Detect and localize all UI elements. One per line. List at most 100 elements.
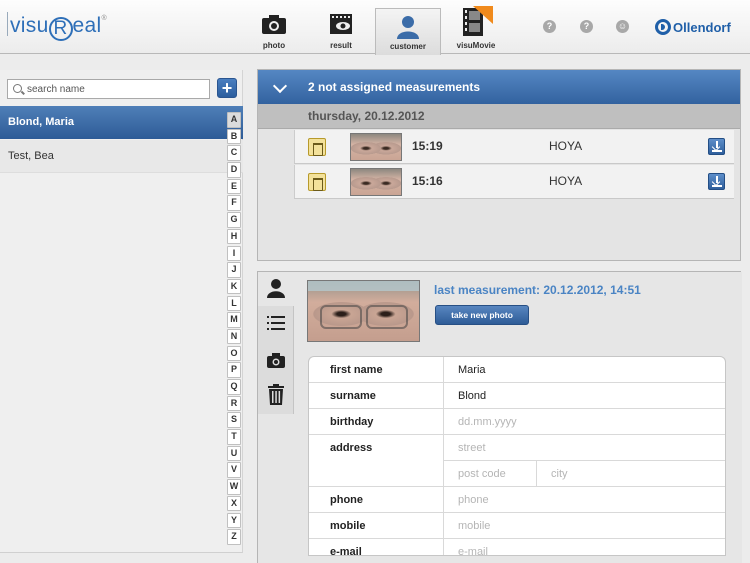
- help-icon[interactable]: ?: [543, 20, 556, 33]
- info-icon[interactable]: ?: [580, 20, 593, 33]
- measurement-brand: HOYA: [549, 139, 583, 153]
- customer-photo[interactable]: [307, 280, 420, 342]
- alphabet-letter-v[interactable]: V: [227, 462, 241, 478]
- alphabet-letter-r[interactable]: R: [227, 395, 241, 412]
- ollendorf-mark-icon: [655, 19, 671, 35]
- alphabet-letter-s[interactable]: S: [227, 412, 241, 428]
- user-icon: [397, 16, 419, 39]
- alphabet-letter-n[interactable]: N: [227, 328, 241, 345]
- alphabet-letter-o[interactable]: O: [227, 345, 241, 362]
- alphabet-letter-c[interactable]: C: [227, 145, 241, 161]
- mobile-input[interactable]: [458, 520, 718, 532]
- search-box[interactable]: [7, 79, 210, 99]
- alphabet-letter-j[interactable]: J: [227, 262, 241, 278]
- smiley-icon[interactable]: ☺: [616, 20, 629, 33]
- side-tab-list[interactable]: [258, 307, 294, 341]
- alphabet-letter-h[interactable]: H: [227, 228, 241, 245]
- alphabet-letter-p[interactable]: P: [227, 362, 241, 378]
- customer-row-test-bea[interactable]: Test, Bea: [0, 140, 243, 173]
- tab-visumovie[interactable]: visuMovie: [443, 6, 509, 54]
- measurement-time: 15:19: [412, 139, 443, 153]
- form-row-phone: phone: [309, 487, 725, 513]
- form-row-first-name: first name: [309, 357, 725, 383]
- download-icon[interactable]: [708, 173, 725, 190]
- list-icon: [267, 316, 285, 330]
- tab-result[interactable]: result: [308, 8, 374, 54]
- alphabet-letter-a[interactable]: A: [227, 112, 241, 128]
- tab-photo[interactable]: photo: [241, 8, 307, 54]
- alphabet-letter-f[interactable]: F: [227, 195, 241, 211]
- phone-label: phone: [330, 494, 363, 506]
- customer-name: Test, Bea: [8, 150, 54, 162]
- measurements-panel: 2 not assigned measurements thursday, 20…: [257, 69, 741, 261]
- first-name-input[interactable]: [458, 364, 718, 376]
- customer-name: Blond, Maria: [8, 116, 75, 128]
- alphabet-letter-g[interactable]: G: [227, 212, 241, 228]
- trash-icon: [268, 384, 284, 405]
- alphabet-letter-q[interactable]: Q: [227, 379, 241, 395]
- alphabet-letter-e[interactable]: E: [227, 178, 241, 195]
- city-input[interactable]: [551, 468, 721, 480]
- photo-toolbar-strip: [308, 281, 419, 291]
- address-label: address: [330, 442, 373, 454]
- customer-detail-panel: last measurement: 20.12.2012, 14:51 take…: [257, 271, 742, 563]
- form-row-email: e-mail: [309, 539, 725, 555]
- measurement-row[interactable]: 15:19 HOYA: [294, 130, 734, 164]
- alphabet-letter-z[interactable]: Z: [227, 529, 241, 545]
- phone-input[interactable]: [458, 494, 718, 506]
- alphabet-letter-w[interactable]: W: [227, 479, 241, 495]
- add-customer-button[interactable]: +: [217, 78, 237, 98]
- search-input[interactable]: [27, 82, 207, 96]
- tab-visumovie-label: visuMovie: [456, 41, 496, 50]
- alphabet-index: ABCDEFGHIJKLMNOPQRSTUVWXYZ: [227, 112, 241, 546]
- download-icon[interactable]: [708, 138, 725, 155]
- surname-input[interactable]: [458, 390, 718, 402]
- alphabet-letter-u[interactable]: U: [227, 445, 241, 462]
- tab-customer-label: customer: [389, 42, 426, 51]
- trash-icon[interactable]: [308, 138, 326, 156]
- glasses-lens-left: [320, 305, 362, 329]
- top-bar: visu Real® photo result customer visuMovi…: [0, 0, 750, 55]
- glasses-lens-right: [366, 305, 408, 329]
- measurement-thumbnail: [350, 168, 402, 196]
- measurements-title: 2 not assigned measurements: [308, 80, 481, 94]
- alphabet-letter-m[interactable]: M: [227, 312, 241, 328]
- alphabet-letter-x[interactable]: X: [227, 495, 241, 512]
- tab-photo-label: photo: [262, 41, 286, 50]
- take-new-photo-button[interactable]: take new photo: [435, 305, 529, 325]
- alphabet-letter-k[interactable]: K: [227, 278, 241, 295]
- film-strip-icon: [463, 6, 493, 36]
- surname-label: surname: [330, 390, 376, 402]
- alphabet-letter-i[interactable]: I: [227, 245, 241, 261]
- search-icon: [13, 84, 22, 93]
- birthday-input[interactable]: [458, 416, 718, 428]
- postcode-input[interactable]: [458, 468, 533, 480]
- tab-result-label: result: [330, 41, 352, 50]
- email-input[interactable]: [458, 546, 718, 555]
- mobile-label: mobile: [330, 520, 366, 532]
- alphabet-letter-d[interactable]: D: [227, 162, 241, 178]
- side-tab-profile[interactable]: [258, 272, 295, 306]
- measurement-brand: HOYA: [549, 174, 583, 188]
- street-input[interactable]: [458, 442, 718, 454]
- measurement-row[interactable]: 15:16 HOYA: [294, 165, 734, 199]
- alphabet-letter-y[interactable]: Y: [227, 512, 241, 528]
- alphabet-letter-b[interactable]: B: [227, 128, 241, 145]
- trash-icon[interactable]: [308, 173, 326, 191]
- alphabet-letter-t[interactable]: T: [227, 429, 241, 445]
- alphabet-letter-l[interactable]: L: [227, 295, 241, 312]
- side-tab-camera[interactable]: [258, 344, 294, 378]
- customer-form: first name surname birthday address: [308, 356, 726, 556]
- measurement-thumbnail: [350, 133, 402, 161]
- user-icon: [267, 279, 285, 298]
- form-row-surname: surname: [309, 383, 725, 409]
- measurement-date: thursday, 20.12.2012: [258, 104, 740, 129]
- measurements-header[interactable]: 2 not assigned measurements: [258, 70, 740, 104]
- customer-row-blond-maria[interactable]: Blond, Maria: [0, 106, 243, 139]
- side-tab-delete[interactable]: [258, 378, 294, 412]
- brand-name: Ollendorf: [673, 19, 731, 35]
- form-row-address: address: [309, 435, 725, 487]
- tab-customer[interactable]: customer: [375, 8, 441, 55]
- chevron-down-icon[interactable]: [272, 78, 288, 94]
- camera-icon: [262, 15, 286, 34]
